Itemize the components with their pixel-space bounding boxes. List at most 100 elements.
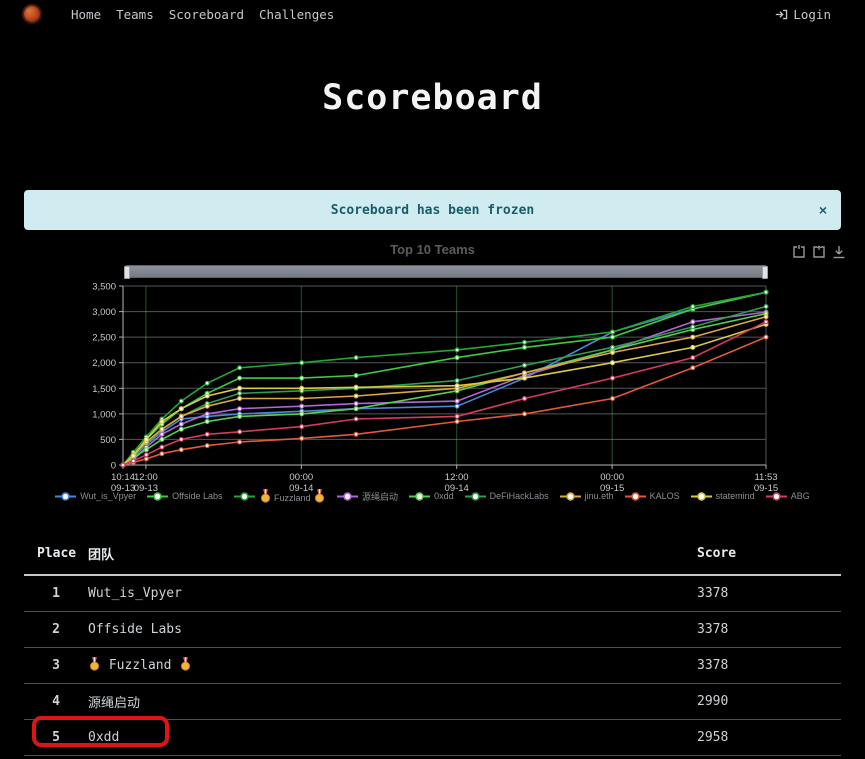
- data-point[interactable]: [691, 320, 695, 324]
- nav-item-teams[interactable]: Teams: [116, 7, 154, 22]
- data-point[interactable]: [160, 452, 164, 456]
- data-point[interactable]: [160, 420, 164, 424]
- table-row[interactable]: 50xdd2958: [24, 719, 841, 755]
- data-point[interactable]: [354, 356, 358, 360]
- data-point[interactable]: [238, 386, 242, 390]
- data-point[interactable]: [764, 315, 768, 319]
- legend-item[interactable]: DeFiHackLabs: [465, 489, 549, 503]
- data-point[interactable]: [691, 346, 695, 350]
- data-point[interactable]: [523, 376, 527, 380]
- data-point[interactable]: [354, 407, 358, 411]
- data-point[interactable]: [764, 320, 768, 324]
- data-point[interactable]: [300, 437, 304, 441]
- data-point[interactable]: [238, 392, 242, 396]
- score-chart[interactable]: 05001,0001,5002,0002,5003,0003,50010:140…: [0, 242, 865, 494]
- legend-item[interactable]: Offside Labs: [147, 489, 222, 503]
- data-point[interactable]: [611, 346, 615, 350]
- data-point[interactable]: [611, 335, 615, 339]
- data-point[interactable]: [611, 351, 615, 355]
- legend-item[interactable]: ABG: [766, 489, 810, 503]
- data-point[interactable]: [179, 415, 183, 419]
- data-point[interactable]: [691, 335, 695, 339]
- data-point[interactable]: [205, 444, 209, 448]
- data-point[interactable]: [300, 376, 304, 380]
- data-point[interactable]: [160, 432, 164, 436]
- data-point[interactable]: [764, 290, 768, 294]
- data-point[interactable]: [205, 404, 209, 408]
- login-link[interactable]: Login: [775, 7, 831, 22]
- data-point[interactable]: [691, 325, 695, 329]
- table-row[interactable]: 1Wut_is_Vpyer3378: [24, 575, 841, 611]
- legend-item[interactable]: statemind: [691, 489, 755, 503]
- data-point[interactable]: [144, 457, 148, 461]
- data-point[interactable]: [179, 407, 183, 411]
- data-point[interactable]: [300, 404, 304, 408]
- data-point[interactable]: [455, 356, 459, 360]
- series-line[interactable]: [123, 317, 766, 465]
- data-point[interactable]: [238, 440, 242, 444]
- data-point[interactable]: [160, 445, 164, 449]
- legend-item[interactable]: jinu.eth: [560, 489, 614, 503]
- data-point[interactable]: [455, 404, 459, 408]
- legend-item[interactable]: 源绳启动: [337, 489, 398, 503]
- data-point[interactable]: [179, 438, 183, 442]
- data-point[interactable]: [523, 346, 527, 350]
- legend-item[interactable]: 0xdd: [409, 489, 454, 503]
- data-point[interactable]: [238, 397, 242, 401]
- data-point[interactable]: [764, 305, 768, 309]
- data-point[interactable]: [205, 381, 209, 385]
- data-point[interactable]: [691, 366, 695, 370]
- data-point[interactable]: [764, 335, 768, 339]
- data-point[interactable]: [523, 371, 527, 375]
- data-point[interactable]: [455, 379, 459, 383]
- data-point[interactable]: [132, 454, 136, 458]
- data-point[interactable]: [205, 412, 209, 416]
- legend-item[interactable]: Fuzzland: [234, 489, 327, 503]
- data-point[interactable]: [354, 394, 358, 398]
- data-point[interactable]: [523, 412, 527, 416]
- data-point[interactable]: [354, 432, 358, 436]
- table-row[interactable]: 4源绳启动2990: [24, 683, 841, 719]
- close-icon[interactable]: ×: [819, 203, 827, 217]
- data-point[interactable]: [300, 361, 304, 365]
- data-point[interactable]: [354, 402, 358, 406]
- data-point[interactable]: [455, 384, 459, 388]
- data-point[interactable]: [455, 415, 459, 419]
- data-point[interactable]: [238, 430, 242, 434]
- data-point[interactable]: [144, 438, 148, 442]
- data-point[interactable]: [523, 363, 527, 367]
- data-point[interactable]: [300, 425, 304, 429]
- data-point[interactable]: [238, 407, 242, 411]
- data-point[interactable]: [300, 386, 304, 390]
- data-point[interactable]: [523, 397, 527, 401]
- data-point[interactable]: [300, 397, 304, 401]
- table-row[interactable]: 2Offside Labs3378: [24, 611, 841, 647]
- data-point[interactable]: [238, 415, 242, 419]
- data-point[interactable]: [455, 420, 459, 424]
- data-point[interactable]: [144, 448, 148, 452]
- nav-item-scoreboard[interactable]: Scoreboard: [169, 7, 244, 22]
- data-point[interactable]: [160, 427, 164, 431]
- data-point[interactable]: [205, 432, 209, 436]
- data-point[interactable]: [691, 305, 695, 309]
- data-point[interactable]: [611, 361, 615, 365]
- data-point[interactable]: [455, 348, 459, 352]
- data-point[interactable]: [455, 399, 459, 403]
- legend-item[interactable]: KALOS: [625, 489, 680, 503]
- table-row[interactable]: 3 Fuzzland 3378: [24, 647, 841, 683]
- data-point[interactable]: [523, 340, 527, 344]
- legend-item[interactable]: Wut_is_Vpyer: [55, 489, 136, 503]
- data-point[interactable]: [205, 420, 209, 424]
- data-point[interactable]: [160, 438, 164, 442]
- data-point[interactable]: [354, 385, 358, 389]
- data-point[interactable]: [205, 394, 209, 398]
- data-point[interactable]: [121, 463, 125, 467]
- data-point[interactable]: [179, 399, 183, 403]
- data-point[interactable]: [179, 422, 183, 426]
- data-point[interactable]: [144, 453, 148, 457]
- data-point[interactable]: [611, 376, 615, 380]
- data-point[interactable]: [179, 448, 183, 452]
- data-point[interactable]: [611, 397, 615, 401]
- data-point[interactable]: [354, 417, 358, 421]
- data-point[interactable]: [132, 459, 136, 463]
